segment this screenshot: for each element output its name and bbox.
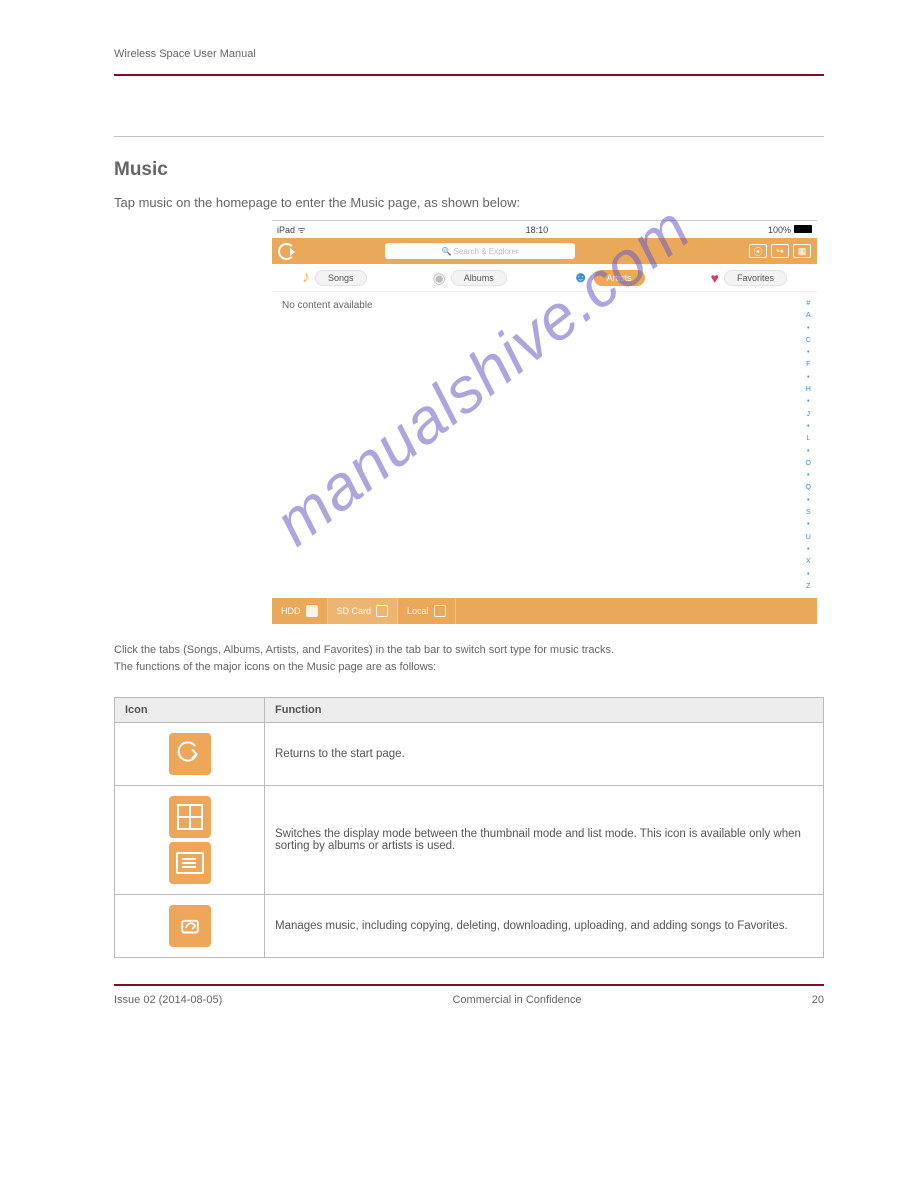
wifi-icon: ᯤ xyxy=(298,225,306,235)
alpha-item[interactable]: X xyxy=(806,558,811,565)
grid-mode-icon xyxy=(169,796,211,838)
alpha-item[interactable]: F xyxy=(806,361,811,368)
music-note-icon: ♪ xyxy=(302,269,310,287)
func-cell: Returns to the start page. xyxy=(265,723,824,786)
alpha-item[interactable]: Z xyxy=(806,583,811,590)
battery-label: 100% xyxy=(768,225,791,235)
status-bar: iPad ᯤ 18:10 100% xyxy=(272,221,817,238)
artist-icon: ☻ xyxy=(573,269,589,286)
tab-songs[interactable]: Songs xyxy=(315,270,367,286)
sd-icon xyxy=(376,605,388,617)
alpha-item[interactable]: J xyxy=(806,411,811,418)
alpha-item[interactable]: S xyxy=(806,509,811,516)
search-input[interactable]: 🔍 Search & Explorer xyxy=(385,243,575,259)
table-row: Switches the display mode between the th… xyxy=(115,786,824,895)
alpha-item[interactable]: L xyxy=(806,435,811,442)
back-icon[interactable] xyxy=(278,243,295,260)
storage-hdd[interactable]: HDD xyxy=(272,598,328,624)
alpha-item[interactable]: • xyxy=(806,546,811,553)
heart-icon: ♥ xyxy=(711,270,719,286)
footer-copyright: Commercial in Confidence xyxy=(452,994,581,1006)
empty-label: No content available xyxy=(282,300,373,311)
table-row: Manages music, including copying, deleti… xyxy=(115,895,824,958)
alpha-item[interactable]: • xyxy=(806,325,811,332)
alpha-item[interactable]: • xyxy=(806,571,811,578)
func-cell: Manages music, including copying, deleti… xyxy=(265,895,824,958)
footer-page: 20 xyxy=(812,994,824,1006)
battery-icon xyxy=(794,225,812,233)
storage-sd-label: SD Card xyxy=(337,606,372,616)
storage-hdd-label: HDD xyxy=(281,606,301,616)
carrier-label: iPad xyxy=(277,225,295,235)
content-area: No content available # A • C • F • H • J… xyxy=(272,292,817,598)
app-screenshot: iPad ᯤ 18:10 100% 🔍 Search & Explorer ⦿ … xyxy=(272,220,817,624)
manage-share-icon xyxy=(169,905,211,947)
list-mode-icon xyxy=(169,842,211,884)
grey-rule xyxy=(114,136,824,137)
alpha-item[interactable]: • xyxy=(806,423,811,430)
table-row: Returns to the start page. xyxy=(115,723,824,786)
footer: Issue 02 (2014-08-05) Commercial in Conf… xyxy=(114,994,824,1006)
storage-bar: HDD SD Card Local xyxy=(272,598,817,624)
search-icon: 🔍 xyxy=(441,247,451,256)
bottom-rule xyxy=(114,984,824,986)
storage-sd[interactable]: SD Card xyxy=(328,598,399,624)
alpha-item[interactable]: • xyxy=(806,521,811,528)
th-icon: Icon xyxy=(115,698,265,723)
alpha-item[interactable]: U xyxy=(806,534,811,541)
storage-local-label: Local xyxy=(407,606,429,616)
app-top-bar: 🔍 Search & Explorer ⦿ ↪ ▦ xyxy=(272,238,817,264)
alpha-item[interactable]: • xyxy=(806,374,811,381)
alpha-item[interactable]: • xyxy=(806,472,811,479)
top-rule xyxy=(114,74,824,76)
tab-row: ♪ Songs ◉ Albums ☻ Artists ♥ Favorites xyxy=(272,264,817,292)
disc-icon: ◉ xyxy=(433,269,446,287)
alpha-item[interactable]: H xyxy=(806,386,811,393)
tab-artists[interactable]: Artists xyxy=(594,270,645,286)
search-placeholder: Search & Explorer xyxy=(454,247,519,256)
alpha-item[interactable]: • xyxy=(806,398,811,405)
icon-table: Icon Function Returns to the start page.… xyxy=(114,697,824,958)
section-title: Music xyxy=(114,159,824,181)
tab-favorites[interactable]: Favorites xyxy=(724,270,787,286)
func-cell: Switches the display mode between the th… xyxy=(265,786,824,895)
tab-albums[interactable]: Albums xyxy=(451,270,507,286)
alpha-item[interactable]: O xyxy=(806,460,811,467)
alpha-item[interactable]: # xyxy=(806,300,811,307)
note-after: Click the tabs (Songs, Albums, Artists, … xyxy=(114,642,824,675)
doc-title: Wireless Space User Manual xyxy=(114,48,256,60)
footer-issue: Issue 02 (2014-08-05) xyxy=(114,994,222,1006)
phone-icon xyxy=(434,605,446,617)
alpha-item[interactable]: • xyxy=(806,497,811,504)
alpha-index[interactable]: # A • C • F • H • J • L • O • Q • S • U xyxy=(806,300,811,590)
grid-view-icon[interactable]: ▦ xyxy=(793,244,811,258)
alpha-item[interactable]: • xyxy=(806,349,811,356)
back-button-icon xyxy=(169,733,211,775)
hdd-icon xyxy=(306,605,318,617)
section-sub: Tap music on the homepage to enter the M… xyxy=(114,195,824,210)
alpha-item[interactable]: A xyxy=(806,312,811,319)
status-time: 18:10 xyxy=(526,225,549,235)
th-func: Function xyxy=(265,698,824,723)
now-playing-icon[interactable]: ⦿ xyxy=(749,244,767,258)
alpha-item[interactable]: C xyxy=(806,337,811,344)
storage-local[interactable]: Local xyxy=(398,598,456,624)
share-icon[interactable]: ↪ xyxy=(771,244,789,258)
alpha-item[interactable]: • xyxy=(806,448,811,455)
alpha-item[interactable]: Q xyxy=(806,484,811,491)
